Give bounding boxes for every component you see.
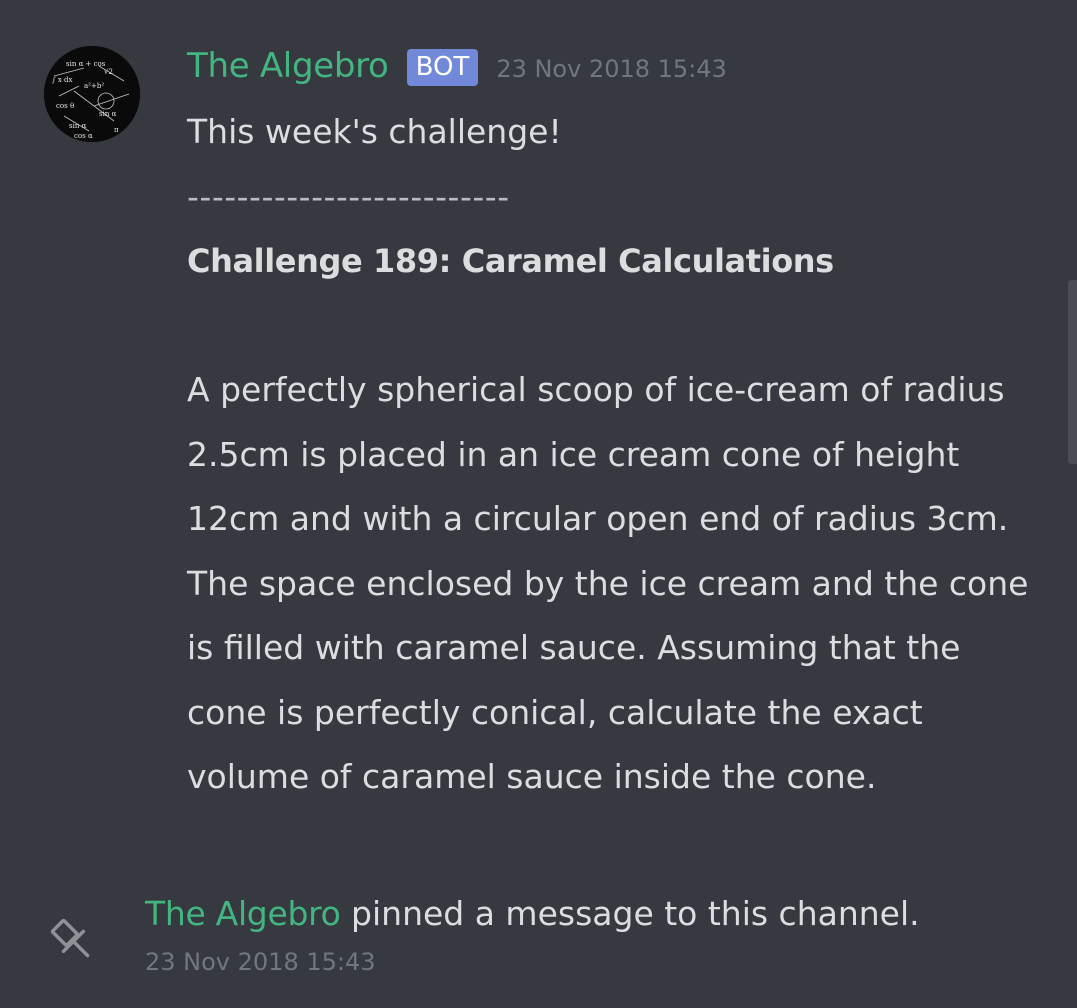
svg-text:π: π <box>114 126 119 134</box>
svg-text:sin α: sin α <box>69 122 87 130</box>
pinned-notice: The Algebro pinned a message to this cha… <box>145 894 920 933</box>
svg-text:sin α: sin α <box>99 110 117 118</box>
svg-text:∫ x dx: ∫ x dx <box>52 76 73 84</box>
author-name[interactable]: The Algebro <box>187 46 389 86</box>
svg-text:cos α: cos α <box>74 132 93 140</box>
pinned-timestamp[interactable]: 23 Nov 2018 15:43 <box>145 948 376 976</box>
pin-icon <box>44 912 100 968</box>
pinned-by-author[interactable]: The Algebro <box>145 894 341 933</box>
avatar[interactable]: sin α + cos ∫ x dx a²+b² cos θ sin α sin… <box>44 46 140 142</box>
svg-text:√2: √2 <box>104 68 113 76</box>
avatar-image: sin α + cos ∫ x dx a²+b² cos θ sin α sin… <box>44 46 140 142</box>
challenge-body: A perfectly spherical scoop of ice-cream… <box>187 370 1029 796</box>
message-header: The Algebro BOT 23 Nov 2018 15:43 <box>187 42 727 90</box>
pinned-text[interactable]: pinned a message to this channel. <box>341 894 920 933</box>
svg-text:sin α + cos: sin α + cos <box>66 60 106 68</box>
message-divider: -------------------------- <box>187 176 510 216</box>
svg-text:cos θ: cos θ <box>56 102 74 110</box>
message-timestamp[interactable]: 23 Nov 2018 15:43 <box>496 55 727 83</box>
message-intro: This week's challenge! <box>187 112 562 151</box>
bot-badge: BOT <box>406 48 479 86</box>
scrollbar-thumb[interactable] <box>1068 280 1077 464</box>
challenge-title: Challenge 189: Caramel Calculations <box>187 242 834 280</box>
message-content: This week's challenge! -----------------… <box>187 100 1037 810</box>
svg-text:a²+b²: a²+b² <box>84 82 104 90</box>
